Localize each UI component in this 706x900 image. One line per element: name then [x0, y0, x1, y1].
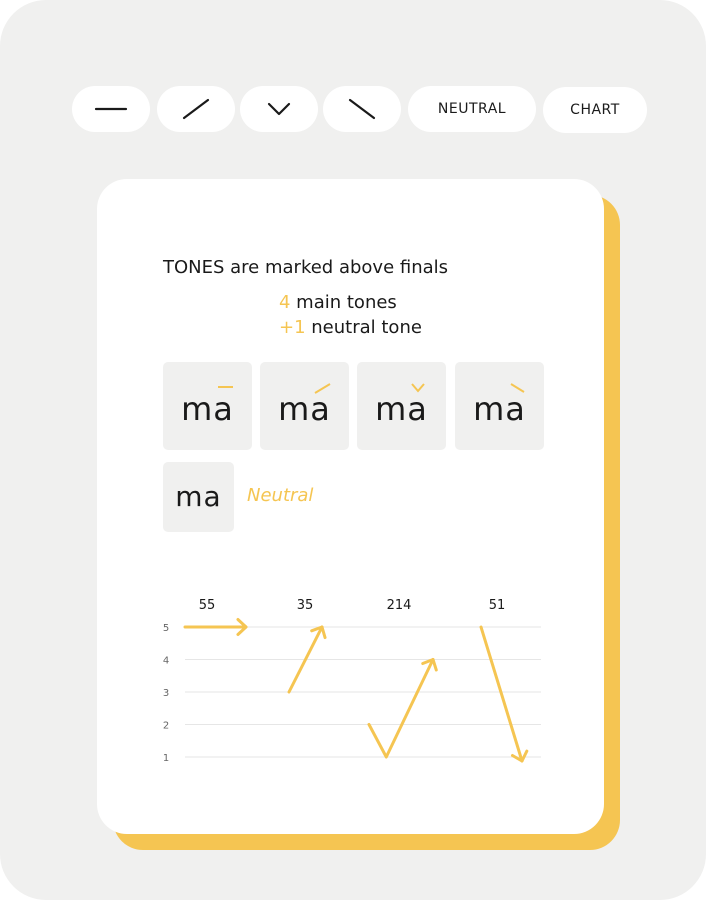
y-tick-label: 5	[163, 623, 169, 634]
tone-contour-214	[367, 658, 435, 759]
y-tick-label: 4	[163, 656, 169, 667]
category-label: 55	[199, 598, 216, 613]
y-tick-label: 3	[163, 688, 169, 699]
category-label: 35	[297, 598, 314, 613]
tone-contour-chart: 5 4 3 2 1 55 35 214 51	[163, 598, 541, 764]
y-tick-label: 2	[163, 721, 169, 732]
tone-contour-51	[479, 625, 524, 763]
y-tick-label: 1	[163, 753, 169, 764]
category-label: 214	[387, 598, 412, 613]
category-label: 51	[489, 598, 506, 613]
